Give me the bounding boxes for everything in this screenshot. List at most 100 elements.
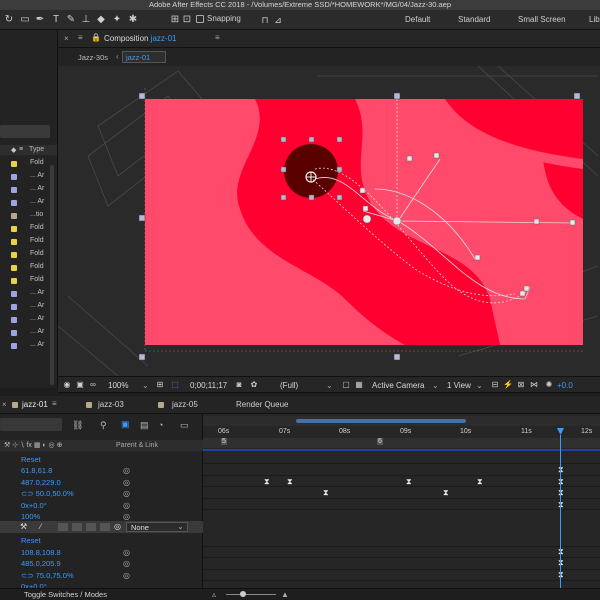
- views-dropdown[interactable]: 1 View: [447, 381, 471, 390]
- sort-icon[interactable]: ≡: [19, 146, 23, 153]
- snap-mode-icon[interactable]: ⊿: [271, 13, 285, 27]
- snapping-checkbox[interactable]: [196, 15, 204, 23]
- draft-3d-icon[interactable]: ⚲: [100, 420, 107, 431]
- project-item[interactable]: ... Ar: [30, 341, 44, 348]
- scale-value-b[interactable]: 75.0,75.0%: [36, 571, 74, 580]
- project-item[interactable]: Fold: [30, 224, 44, 231]
- resolution-dropdown[interactable]: (Full): [280, 381, 298, 390]
- frame-blending-icon[interactable]: ▤: [140, 420, 149, 431]
- breadcrumb-item-jazz-30s[interactable]: Jazz-30s: [78, 53, 108, 62]
- constrain-link-icon[interactable]: ⊂⊃: [21, 489, 34, 498]
- work-area-bar[interactable]: [203, 416, 600, 426]
- project-item[interactable]: ...tio: [30, 211, 43, 218]
- project-search-input[interactable]: [0, 125, 50, 138]
- project-item[interactable]: ... Ar: [30, 198, 44, 205]
- puppet-pin-tool-icon[interactable]: ✱: [126, 13, 140, 27]
- chevron-down-icon[interactable]: ⌄: [476, 381, 483, 390]
- expression-icon[interactable]: ◎: [123, 512, 132, 521]
- project-item-label-swatch[interactable]: [11, 317, 17, 323]
- tab-jazz-03[interactable]: jazz-03: [98, 400, 124, 409]
- toggle-switches-modes[interactable]: Toggle Switches / Modes: [24, 590, 107, 599]
- project-item[interactable]: Fold: [30, 263, 44, 270]
- quality-icon[interactable]: ∕: [40, 522, 41, 531]
- timeline-icon[interactable]: ⊠: [516, 380, 526, 390]
- roto-brush-tool-icon[interactable]: ✦: [110, 13, 124, 27]
- chevron-down-icon[interactable]: ⌄: [432, 381, 439, 390]
- camera-icon[interactable]: ◙: [234, 380, 244, 390]
- workspace-libraries[interactable]: Lib: [589, 15, 600, 24]
- tab-render-queue[interactable]: Render Queue: [236, 400, 288, 409]
- chevron-down-icon[interactable]: ⌄: [142, 381, 149, 390]
- menu-icon[interactable]: ≡: [78, 33, 83, 42]
- render-icon[interactable]: ◉: [62, 380, 72, 390]
- project-item[interactable]: Fold: [30, 159, 44, 166]
- switch-box[interactable]: [58, 523, 68, 531]
- reset-link-b[interactable]: Reset: [21, 536, 41, 545]
- toggle-pixel-icon[interactable]: ⊟: [490, 380, 500, 390]
- keyframe[interactable]: ⧗: [323, 489, 329, 497]
- anchor-point-value-b[interactable]: 108.8,108.8: [21, 548, 61, 557]
- tab-jazz-05[interactable]: jazz-05: [172, 400, 198, 409]
- scale-value[interactable]: 50.0,50.0%: [36, 489, 74, 498]
- keyframe[interactable]: ⧗: [477, 478, 483, 486]
- layer-switches-icons[interactable]: ⚒ ⊹ ∖ fx ▦ ◐ ◎ ⊕: [4, 441, 62, 449]
- clone-stamp-tool-icon[interactable]: ⊥: [79, 13, 93, 27]
- comp-marker[interactable]: 5: [221, 438, 227, 445]
- motion-blur-icon[interactable]: ◔: [158, 420, 163, 430]
- project-item[interactable]: ... Ar: [30, 328, 44, 335]
- brush-tool-icon[interactable]: ✎: [64, 13, 78, 27]
- panel-menu-icon[interactable]: ≡: [215, 33, 220, 42]
- workspace-standard[interactable]: Standard: [458, 15, 490, 24]
- switch-box[interactable]: [86, 523, 96, 531]
- project-item[interactable]: ... Ar: [30, 172, 44, 179]
- close-icon[interactable]: ×: [2, 400, 7, 409]
- zoom-slider-handle[interactable]: [240, 591, 246, 597]
- project-item-label-swatch[interactable]: [11, 252, 17, 258]
- keyframe[interactable]: ⧗: [264, 478, 270, 486]
- snap-edges-icon[interactable]: ⊓: [258, 13, 272, 27]
- project-item[interactable]: ... Ar: [30, 302, 44, 309]
- camera-dropdown[interactable]: Active Camera: [372, 381, 424, 390]
- marker-track[interactable]: 5 6: [203, 438, 600, 448]
- project-item-label-swatch[interactable]: [11, 330, 17, 336]
- expression-icon[interactable]: ◎: [123, 559, 132, 568]
- project-item[interactable]: Fold: [30, 250, 44, 257]
- label-column-icon[interactable]: ◆: [11, 146, 16, 154]
- graph-editor-icon[interactable]: ▭: [180, 420, 189, 431]
- lock-icon[interactable]: 🔒: [91, 33, 101, 42]
- project-item-label-swatch[interactable]: [11, 343, 17, 349]
- zoom-in-icon[interactable]: ▲: [281, 590, 289, 599]
- project-item-label-swatch[interactable]: [11, 213, 17, 219]
- shy-icon[interactable]: ⚒: [20, 522, 27, 531]
- expression-icon[interactable]: ◎: [123, 571, 132, 580]
- zoom-slider[interactable]: [226, 594, 276, 595]
- rectangle-tool-icon[interactable]: ▭: [18, 13, 32, 27]
- keyframe[interactable]: ⧗: [443, 489, 449, 497]
- keyframe[interactable]: ⧗: [287, 478, 293, 486]
- composition-tab[interactable]: Composition jazz-01: [104, 34, 177, 43]
- project-item-label-swatch[interactable]: [11, 278, 17, 284]
- workspace-small-screen[interactable]: Small Screen: [518, 15, 566, 24]
- parent-dropdown[interactable]: None ⌄: [126, 522, 188, 532]
- grid-icon[interactable]: ⊞: [155, 380, 165, 390]
- breadcrumb-item-jazz-01[interactable]: jazz-01: [126, 53, 150, 62]
- project-item[interactable]: Fold: [30, 237, 44, 244]
- project-item-label-swatch[interactable]: [11, 304, 17, 310]
- project-item-label-swatch[interactable]: [11, 226, 17, 232]
- work-area-range[interactable]: [296, 419, 466, 423]
- position-value-b[interactable]: 485.0,205.9: [21, 559, 61, 568]
- project-item-label-swatch[interactable]: [11, 187, 17, 193]
- timecode-display[interactable]: 0;00;11;17: [190, 381, 227, 390]
- switch-box[interactable]: [100, 523, 110, 531]
- rotation-value[interactable]: 0x+0.0°: [21, 501, 47, 510]
- region-icon[interactable]: ▢: [341, 380, 351, 390]
- timeline-search-input[interactable]: [0, 418, 62, 431]
- pen-tool-icon[interactable]: ✒: [33, 13, 47, 27]
- project-item-label-swatch[interactable]: [11, 174, 17, 180]
- expand-icon[interactable]: ⊡: [180, 13, 194, 27]
- keyframe[interactable]: ⧗: [406, 478, 412, 486]
- expression-icon[interactable]: ◎: [123, 466, 132, 475]
- project-item[interactable]: Fold: [30, 276, 44, 283]
- project-scrollbar[interactable]: [50, 165, 54, 385]
- reset-link-a[interactable]: Reset: [21, 455, 41, 464]
